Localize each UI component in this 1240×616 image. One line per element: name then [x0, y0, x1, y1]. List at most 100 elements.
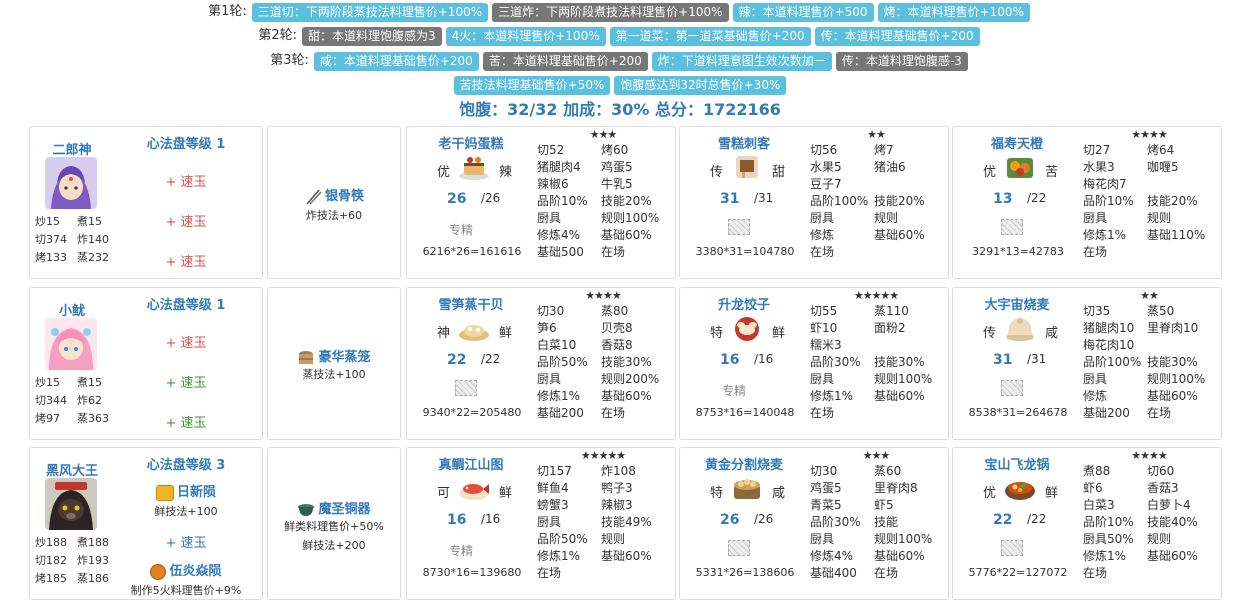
gem-slot[interactable]: + 速玉: [130, 332, 242, 351]
equip-panel[interactable]: 银骨筷 炸技法+60: [267, 126, 401, 279]
erlangshen-avatar: [45, 157, 97, 209]
gem-slot[interactable]: + 速玉: [130, 532, 242, 551]
recipe-max: /31: [1027, 352, 1047, 366]
recipe-quantity[interactable]: 22: [447, 352, 466, 368]
detail: 鸡蛋5: [601, 160, 633, 174]
rule-badge: 辣：本道料理售价+500: [732, 2, 874, 22]
equip-effect: 鲜类料理售价+50%: [284, 520, 384, 533]
detail: 规则: [1147, 532, 1172, 546]
recipe-quantity[interactable]: 26: [720, 512, 739, 528]
amber-slot[interactable]: 日新陨: [130, 481, 242, 501]
gem-slot[interactable]: + 速玉: [130, 251, 242, 270]
chef-panel[interactable]: 黑风大王 炒188 煮188 切182 炸193 烤185 蒸186 心法盘等级 3 …: [29, 447, 263, 600]
recipe-rarity: 优: [437, 165, 451, 180]
stat: 炸62: [77, 394, 102, 407]
recipe-panel[interactable]: 黄金分割烧麦 ★★★ 特 咸 26 /26 5331*26=138606 切30…: [679, 447, 949, 600]
recipe-quantity[interactable]: 13: [993, 191, 1012, 207]
gem-slot[interactable]: + 速玉: [130, 412, 242, 431]
detail: 猪腿肉4: [537, 160, 581, 174]
stat: 炒15: [35, 376, 60, 389]
recipe-details: 切35 蒸50 猪腿肉10 里脊肉10 梅花肉10 品阶100% 技能30% 厨具 规则…: [1083, 303, 1223, 422]
equip-name: 魔圣铜器: [268, 498, 400, 518]
detail: 规则100%: [874, 532, 933, 546]
detail: 规则100%: [1147, 372, 1206, 386]
recipe-quantity[interactable]: 26: [447, 191, 466, 207]
detail: 基础200: [537, 406, 584, 420]
detail: 切60: [1147, 464, 1175, 478]
recipe-panel[interactable]: 真鲷江山图 ★★★★★ 可 鲜 16 /16 专精 8730*16=139680…: [406, 447, 676, 600]
detail: 修炼1%: [1083, 549, 1127, 563]
recipe-calc: 5776*22=127072: [968, 566, 1068, 579]
detail: 厨具50%: [1083, 532, 1134, 546]
round-2-rules: 第2轮: 甜：本道料理饱腹感为3 4火：本道料理售价+100% 第一道菜：第一道菜基础…: [0, 26, 1240, 46]
detail: 厨具: [1083, 211, 1108, 225]
equip-panel[interactable]: 豪华蒸笼 蒸技法+100: [267, 287, 401, 440]
detail: 青菜5: [810, 498, 842, 512]
detail: 猪腿肉10: [1083, 321, 1135, 335]
stat: 蒸363: [77, 412, 109, 425]
detail: [874, 244, 938, 261]
chef-name: 黑风大王: [45, 464, 98, 479]
recipe-stars: ★★★: [589, 128, 618, 141]
detail: 技能20%: [1147, 194, 1198, 208]
dumpling-dish-icon: [730, 313, 764, 343]
rule-badge: 炸：下道料理意图生效次数加一: [651, 51, 832, 71]
rule-badge: 甜：本道料理饱腹感为3: [302, 26, 442, 46]
amber-slot[interactable]: 伍炎焱陨: [130, 560, 242, 580]
detail: 基础110%: [1147, 228, 1206, 242]
rule-badge: 传：本道料理饱腹感-3: [835, 51, 968, 71]
gem-slot[interactable]: + 速玉: [130, 171, 242, 190]
chef-panel[interactable]: 小鱿 炒15 煮15 切344 炸62 烤97 蒸363 心法盘等级 1 + 速玉 +…: [29, 287, 263, 440]
recipe-panel[interactable]: 宝山飞龙锅 ★★★★ 优 鲜 22 /22 5776*22=127072 煮88…: [952, 447, 1222, 600]
equip-panel[interactable]: 魔圣铜器 鲜类料理售价+50% 鲜技法+200: [267, 447, 401, 600]
gem-slot[interactable]: + 速玉: [130, 372, 242, 391]
recipe-taste: 鲜: [499, 486, 513, 501]
detail: 厨具: [810, 532, 835, 546]
heart-disc-level: 心法盘等级 1: [146, 137, 226, 152]
recipe-details: 切52 烤60 猪腿肉4 鸡蛋5 辣椒6 牛乳5 品阶10% 技能20% 厨具 规则100…: [537, 142, 677, 261]
detail: [1147, 244, 1211, 261]
recipe-quantity[interactable]: 31: [993, 352, 1012, 368]
detail: 蒸50: [1147, 304, 1175, 318]
detail: 切56: [810, 143, 838, 157]
detail: 技能30%: [1147, 355, 1198, 369]
recipe-details: 切30 蒸80 笋6 贝壳8 白菜10 香菇8 品阶50% 技能30% 厨具 规则200%…: [537, 303, 677, 422]
detail: 贝壳8: [601, 321, 633, 335]
detail: 切30: [810, 464, 838, 478]
equip-name-text: 豪华蒸笼: [318, 350, 371, 365]
detail: 鸡蛋5: [810, 481, 842, 495]
recipe-panel[interactable]: 雪糕刺客 ★★ 传 甜 31 /31 3380*31=104780 切56 烤7 …: [679, 126, 949, 279]
chef-panel[interactable]: 二郎神 炒15 煮15 切374 炸140 烤133 蒸232 心法盘等级 1 + 速…: [29, 126, 263, 279]
detail: 在场: [601, 406, 626, 420]
recipe-panel[interactable]: 老干妈蛋糕 ★★★ 优 辣 26 /26 专精 6216*26=161616 切…: [406, 126, 676, 279]
recipe-panel[interactable]: 雪笋蒸干贝 ★★★★ 神 鲜 22 /22 9340*22=205480 切30…: [406, 287, 676, 440]
heart-disc-level: 心法盘等级 3: [146, 458, 226, 473]
gem-slot[interactable]: + 速玉: [130, 211, 242, 230]
detail: 品阶50%: [537, 532, 588, 546]
recipe-taste: 咸: [772, 486, 786, 501]
round-1-rules: 第1轮: 三道切：下两阶段蒸技法料理售价+100% 三道炸：下两阶段煮技法料理售价+…: [0, 2, 1240, 22]
rule-badge: 苦技法料理基础售价+50%: [453, 76, 611, 95]
detail: 品阶10%: [1083, 515, 1134, 529]
detail: 厨具: [537, 372, 562, 386]
recipe-calc: 8753*16=140048: [695, 406, 795, 419]
equip-name: 银骨筷: [268, 185, 400, 205]
recipe-quantity[interactable]: 16: [720, 352, 739, 368]
recipe-panel[interactable]: 大宇宙烧麦 ★★ 传 咸 31 /31 8538*31=264678 切35 蒸5…: [952, 287, 1222, 440]
detail: 水果5: [810, 160, 842, 174]
recipe-rarity: 特: [710, 486, 724, 501]
fire-amber-icon: [150, 563, 167, 580]
recipe-panel[interactable]: 福寿天橙 ★★★★ 优 苦 13 /22 3291*13=42783 切27 烤6…: [952, 126, 1222, 279]
recipe-panel[interactable]: 升龙饺子 ★★★★★ 特 鲜 16 /16 专精 8753*16=140048 …: [679, 287, 949, 440]
recipe-quantity[interactable]: 31: [720, 191, 739, 207]
detail: 在场: [874, 566, 899, 580]
recipe-quantity[interactable]: 16: [447, 512, 466, 528]
detail: 技能49%: [601, 515, 652, 529]
score-summary: 饱腹：32/32 加成：30% 总分：1722166: [459, 100, 781, 119]
round-label: 第3轮:: [270, 53, 309, 68]
detail: [1147, 565, 1211, 582]
detail: 烤64: [1147, 143, 1175, 157]
stat: 切374: [35, 233, 67, 246]
recipe-quantity[interactable]: 22: [993, 512, 1012, 528]
detail: 切27: [1083, 143, 1111, 157]
